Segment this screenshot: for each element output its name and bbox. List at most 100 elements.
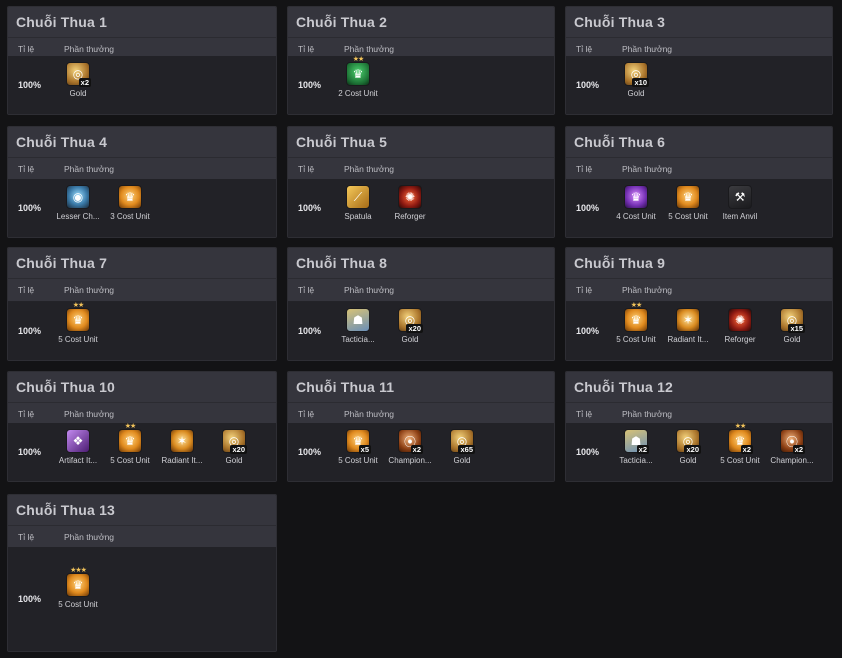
reward-item[interactable]: ✺ Reforger xyxy=(382,185,438,221)
card-column-header: Tỉ lệ Phần thưởng xyxy=(566,157,832,180)
reward-item[interactable]: ♛ 3 Cost Unit xyxy=(102,185,158,221)
reward-item[interactable]: ♛ ★★★ 5 Cost Unit xyxy=(50,567,106,609)
reward-item[interactable]: ◎ x15 Gold xyxy=(764,308,820,344)
loss-streak-card-5: Chuỗi Thua 5 Tỉ lệ Phần thưởng 100% ⟋ Spatula… xyxy=(287,126,555,238)
reward-item[interactable]: ✶ Radiant It... xyxy=(154,429,210,465)
reward-item[interactable]: ♛ x5 5 Cost Unit xyxy=(330,429,386,465)
reward-column-label: Phần thưởng xyxy=(344,409,395,419)
reward-item[interactable]: ◎ x65 Gold xyxy=(434,429,490,465)
reward-item[interactable]: ⦿ x2 Champion... xyxy=(382,429,438,465)
reward-item[interactable]: ⟋ Spatula xyxy=(330,185,386,221)
reward-label: 4 Cost Unit xyxy=(616,212,656,221)
reward-row: 100% ♛ ★★★ 5 Cost Unit xyxy=(8,547,276,651)
unit-icon: ♛ x5 xyxy=(346,429,371,454)
unit-icon: ♛ xyxy=(118,185,142,209)
reward-column-label: Phần thưởng xyxy=(344,44,395,54)
reward-label: Gold xyxy=(69,89,87,98)
reward-row: 100% ⟋ Spatula ✺ Reforger xyxy=(288,179,554,237)
reward-item[interactable]: ☗ x2 Tacticia... xyxy=(608,429,664,465)
card-column-header: Tỉ lệ Phần thưởng xyxy=(288,402,554,425)
reward-item[interactable]: ◎ x10 Gold xyxy=(608,62,664,98)
gold-icon: ◎ x15 xyxy=(780,308,805,333)
star-rating: ★★ xyxy=(352,56,365,63)
quantity-badge: x10 xyxy=(632,78,649,87)
rate-column-label: Tỉ lệ xyxy=(576,285,593,295)
reward-column-label: Phần thưởng xyxy=(622,164,673,174)
loss-streak-card-3: Chuỗi Thua 3 Tỉ lệ Phần thưởng 100% ◎ x10 Gold xyxy=(565,6,833,115)
reward-item[interactable]: ♛ ★★ 5 Cost Unit xyxy=(608,302,664,344)
rate-value: 100% xyxy=(18,203,42,213)
reward-row: 100% ☗ Tacticia... ◎ x20 Gold xyxy=(288,302,554,360)
rate-value: 100% xyxy=(298,447,322,457)
card-column-header: Tỉ lệ Phần thưởng xyxy=(8,402,276,425)
reward-item[interactable]: ♛ ★★ x2 5 Cost Unit xyxy=(712,423,768,465)
rate-column-label: Tỉ lệ xyxy=(18,532,35,542)
quantity-badge: x2 xyxy=(410,445,423,454)
reward-item[interactable]: ☗ Tacticia... xyxy=(330,308,386,344)
reward-item[interactable]: ⦿ x2 Champion... xyxy=(764,429,820,465)
reward-row: 100% ◎ x2 Gold xyxy=(8,56,276,114)
rate-column-label: Tỉ lệ xyxy=(18,409,35,419)
unit-icon: ♛ ★★ xyxy=(66,302,90,332)
reward-row: 100% ♛ ★★ 2 Cost Unit xyxy=(288,56,554,114)
quantity-badge: x65 xyxy=(458,445,475,454)
card-title: Chuỗi Thua 1 xyxy=(8,7,276,37)
unit-icon: ♛ ★★ xyxy=(346,56,370,86)
radiant-item-icon: ✶ xyxy=(170,429,194,453)
reward-column-label: Phần thưởng xyxy=(64,164,115,174)
reward-column-label: Phần thưởng xyxy=(622,44,673,54)
reward-item[interactable]: ◎ x20 Gold xyxy=(382,308,438,344)
quantity-badge: x20 xyxy=(406,324,423,333)
reward-label: 5 Cost Unit xyxy=(720,456,760,465)
card-column-header: Tỉ lệ Phần thưởng xyxy=(288,157,554,180)
reward-column-label: Phần thưởng xyxy=(622,285,673,295)
card-title: Chuỗi Thua 10 xyxy=(8,372,276,402)
card-column-header: Tỉ lệ Phần thưởng xyxy=(8,278,276,301)
card-title: Chuỗi Thua 2 xyxy=(288,7,554,37)
reward-item[interactable]: ⚒ Item Anvil xyxy=(712,185,768,221)
star-rating: ★★ xyxy=(72,302,85,309)
reward-item[interactable]: ♛ 4 Cost Unit xyxy=(608,185,664,221)
reward-item[interactable]: ✶ Radiant It... xyxy=(660,308,716,344)
card-title: Chuỗi Thua 8 xyxy=(288,248,554,278)
reward-item[interactable]: ◎ x20 Gold xyxy=(206,429,262,465)
reward-item[interactable]: ❖ Artifact It... xyxy=(50,429,106,465)
reward-label: Spatula xyxy=(344,212,372,221)
rate-value: 100% xyxy=(298,80,322,90)
card-title: Chuỗi Thua 6 xyxy=(566,127,832,157)
quantity-badge: x20 xyxy=(684,445,701,454)
reward-label: 5 Cost Unit xyxy=(668,212,708,221)
reward-item[interactable]: ♛ ★★ 5 Cost Unit xyxy=(50,302,106,344)
gold-icon: ◎ x65 xyxy=(450,429,475,454)
tactician-icon: ☗ x2 xyxy=(624,429,649,454)
reward-item[interactable]: ◉ Lesser Ch... xyxy=(50,185,106,221)
reward-item[interactable]: ♛ ★★ 5 Cost Unit xyxy=(102,423,158,465)
reward-label: Reforger xyxy=(394,212,426,221)
rate-value: 100% xyxy=(18,326,42,336)
reward-row: 100% ❖ Artifact It... ♛ ★★ 5 Cost Unit ✶ Radian… xyxy=(8,423,276,481)
gold-icon: ◎ x20 xyxy=(676,429,701,454)
unit-icon: ♛ xyxy=(624,185,648,209)
reward-label: 5 Cost Unit xyxy=(110,456,150,465)
reward-label: Radiant It... xyxy=(667,335,709,344)
reward-label: Gold xyxy=(783,335,801,344)
reward-label: 2 Cost Unit xyxy=(338,89,378,98)
gold-icon: ◎ x10 xyxy=(624,62,649,87)
quantity-badge: x2 xyxy=(740,445,753,454)
reward-item[interactable]: ◎ x2 Gold xyxy=(50,62,106,98)
loss-streak-card-8: Chuỗi Thua 8 Tỉ lệ Phần thưởng 100% ☗ Tactici… xyxy=(287,247,555,361)
unit-icon: ♛ ★★ x2 xyxy=(728,423,753,454)
quantity-badge: x2 xyxy=(636,445,649,454)
loss-streak-card-12: Chuỗi Thua 12 Tỉ lệ Phần thưởng 100% ☗ x2 Tact… xyxy=(565,371,833,482)
star-rating: ★★ xyxy=(734,423,747,430)
reward-item[interactable]: ✺ Reforger xyxy=(712,308,768,344)
reward-item[interactable]: ♛ ★★ 2 Cost Unit xyxy=(330,56,386,98)
radiant-item-icon: ✶ xyxy=(676,308,700,332)
reward-label: Reforger xyxy=(724,335,756,344)
card-column-header: Tỉ lệ Phần thưởng xyxy=(8,157,276,180)
loss-streak-card-13: Chuỗi Thua 13 Tỉ lệ Phần thưởng 100% ♛ ★★★ 5 C… xyxy=(7,494,277,652)
reward-label: Gold xyxy=(679,456,697,465)
reward-item[interactable]: ◎ x20 Gold xyxy=(660,429,716,465)
reward-item[interactable]: ♛ 5 Cost Unit xyxy=(660,185,716,221)
loss-streak-card-11: Chuỗi Thua 11 Tỉ lệ Phần thưởng 100% ♛ x5 5 Co… xyxy=(287,371,555,482)
